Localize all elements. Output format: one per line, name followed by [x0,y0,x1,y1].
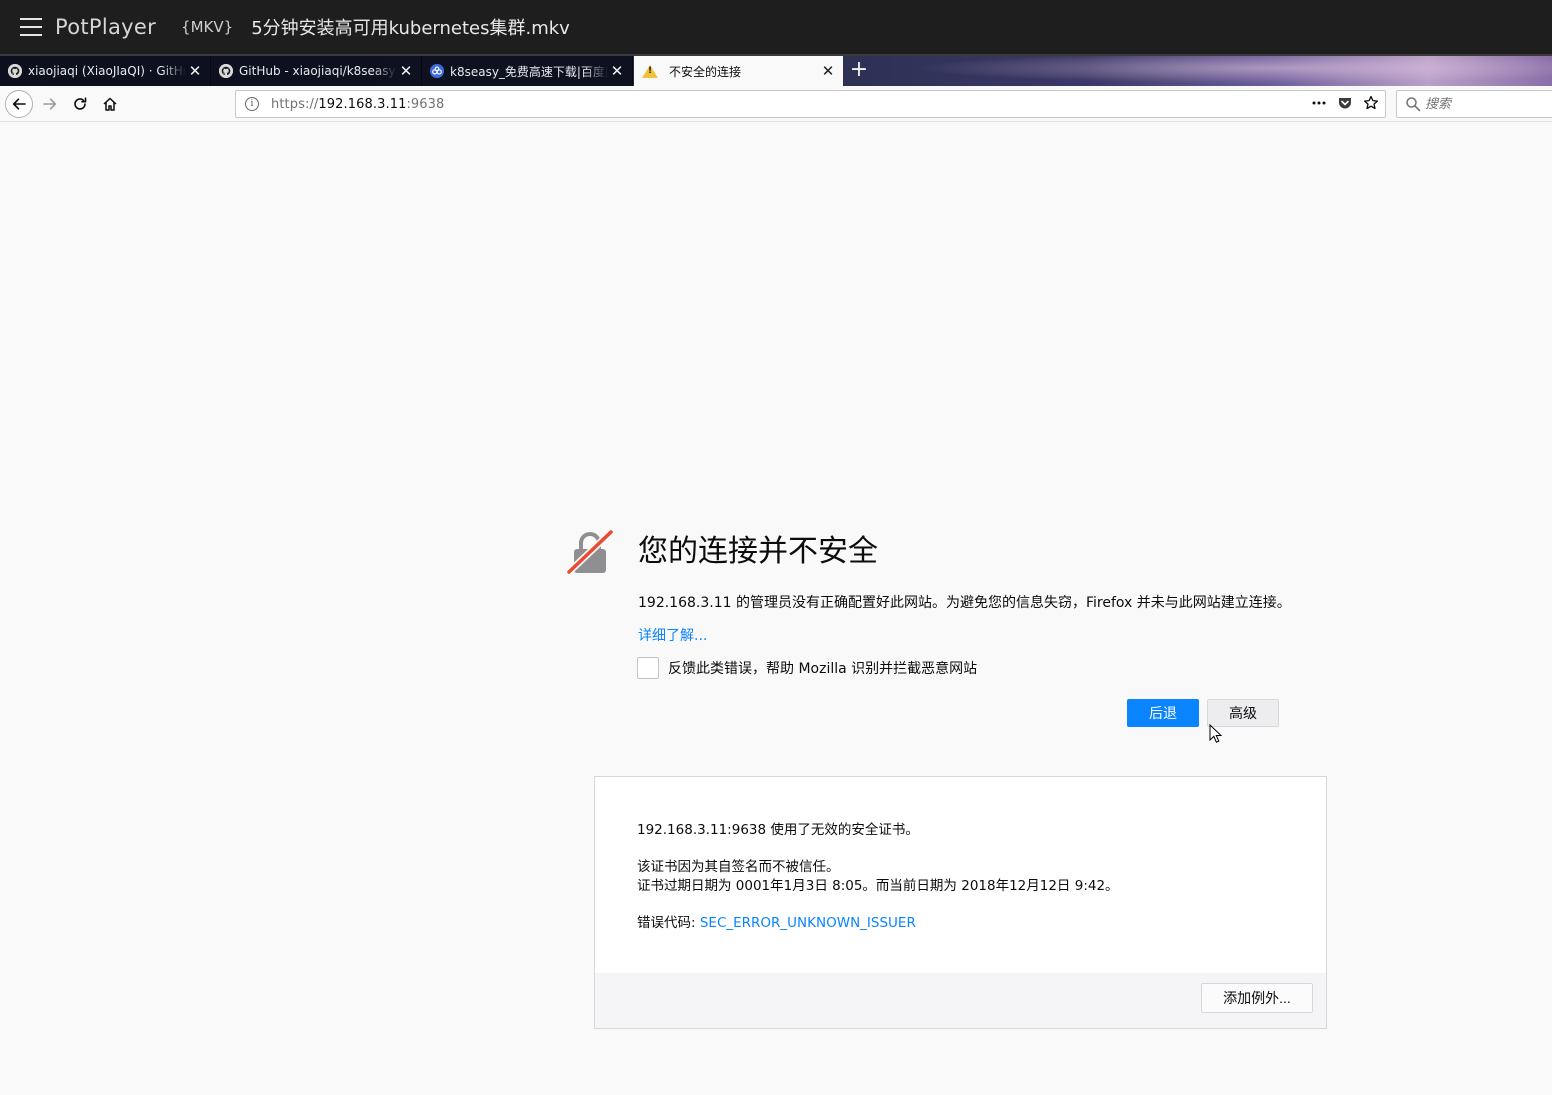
back-button[interactable] [5,90,33,118]
learn-more-link[interactable]: 详细了解... [638,625,707,645]
tab-close-icon[interactable]: ✕ [397,62,415,80]
go-back-button[interactable]: 后退 [1127,699,1199,727]
mouse-cursor-icon [1209,724,1223,743]
report-error-checkbox[interactable] [637,657,659,679]
site-info-icon[interactable]: i [245,97,259,111]
advanced-panel-footer: 添加例外... [595,973,1326,1028]
bookmark-star-icon[interactable] [1363,95,1379,115]
page-actions-icon[interactable] [1311,95,1327,115]
tab-strip: xiaojiaqi (XiaoJIaQI) · GitHub ✕ GitHub … [0,56,1552,86]
certificate-dates: 证书过期日期为 0001年1月3日 8:05。而当前日期为 2018年12月12… [637,878,1119,894]
back-arrow-icon [12,98,26,110]
certificate-summary: 192.168.3.11:9638 使用了无效的安全证书。 [637,822,919,838]
tab-insecure-connection[interactable]: 不安全的连接 ✕ [634,56,843,86]
error-code-label: 错误代码: [637,915,700,931]
file-format-label: {MKV} [181,18,234,36]
reload-icon [74,97,87,110]
tab-close-icon[interactable]: ✕ [186,62,204,80]
github-icon [8,64,22,78]
potplayer-title-bar: PotPlayer {MKV} 5分钟安装高可用kubernetes集群.mkv [0,0,1552,54]
pocket-icon[interactable] [1337,95,1353,115]
home-button[interactable] [96,90,124,118]
page-title: 您的连接并不安全 [638,534,878,569]
navigation-bar: i https://192.168.3.11:9638 [0,86,1552,122]
advanced-button[interactable]: 高级 [1207,699,1279,727]
tab-github-repo[interactable]: GitHub - xiaojiaqi/k8seasy_r ✕ [211,56,422,86]
advanced-panel: 192.168.3.11:9638 使用了无效的安全证书。 该证书因为其自签名而… [594,776,1327,1029]
url-bar[interactable]: i https://192.168.3.11:9638 [235,90,1386,118]
broken-lock-icon [566,528,614,575]
home-icon [103,97,117,111]
reload-button[interactable] [66,90,94,118]
app-brand: PotPlayer [55,15,157,39]
search-icon [1406,97,1421,112]
report-error-label: 反馈此类错误，帮助 Mozilla 识别并拦截恶意网站 [668,661,978,677]
search-bar[interactable] [1396,90,1552,118]
tab-label: 不安全的连接 [669,64,742,79]
baidu-icon [430,64,444,78]
error-code-row: 错误代码: SEC_ERROR_UNKNOWN_ISSUER [637,914,1119,933]
tab-label: GitHub - xiaojiaqi/k8seasy_r [239,64,397,78]
url-host: 192.168.3.11 [318,96,407,112]
tab-label: xiaojiaqi (XiaoJIaQI) · GitHub [28,64,186,78]
add-exception-button[interactable]: 添加例外... [1201,983,1313,1013]
file-title: 5分钟安装高可用kubernetes集群.mkv [251,18,570,39]
tab-close-icon[interactable]: ✕ [608,62,626,80]
advanced-details: 192.168.3.11:9638 使用了无效的安全证书。 该证书因为其自签名而… [637,821,1119,933]
github-icon [219,64,233,78]
tab-github-profile[interactable]: xiaojiaqi (XiaoJIaQI) · GitHub ✕ [0,56,211,86]
forward-arrow-icon [43,98,57,110]
tab-close-icon[interactable]: ✕ [819,62,837,80]
tab-baidu-pan[interactable]: k8seasy_免费高速下载|百度网盘 ✕ [422,56,633,86]
report-error-row: 反馈此类错误，帮助 Mozilla 识别并拦截恶意网站 [637,657,977,679]
search-input[interactable] [1425,96,1545,112]
forward-button[interactable] [36,90,64,118]
new-tab-plus-icon[interactable]: + [846,56,872,86]
error-description: 192.168.3.11 的管理员没有正确配置好此网站。为避免您的信息失窃，Fi… [638,595,1291,611]
hamburger-menu-icon[interactable] [20,18,42,36]
tab-label: k8seasy_免费高速下载|百度网盘 [450,64,608,79]
certificate-reason: 该证书因为其自签名而不被信任。 [637,859,840,875]
url-text[interactable]: https://192.168.3.11:9638 [271,97,444,112]
warning-icon [642,64,658,78]
error-code-link[interactable]: SEC_ERROR_UNKNOWN_ISSUER [700,915,916,931]
